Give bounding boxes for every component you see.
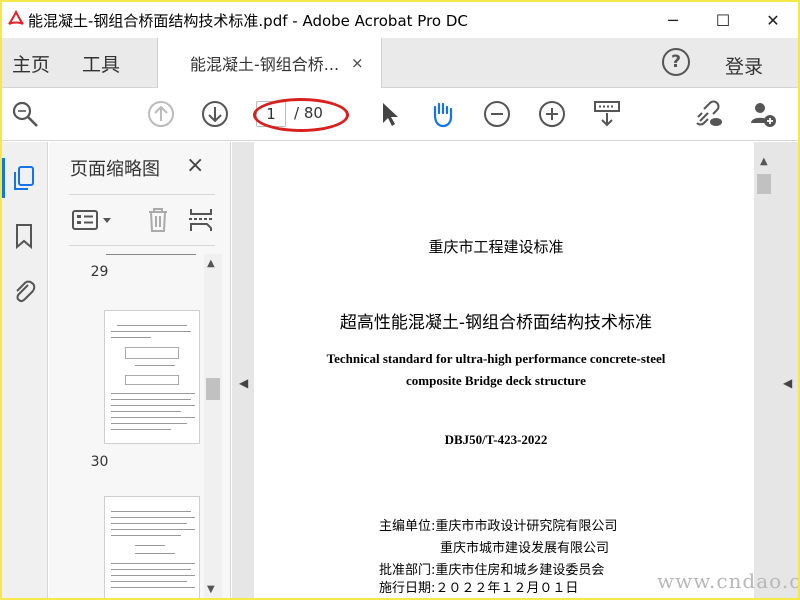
thumb-text-line xyxy=(111,563,195,564)
thumbnail-toolbar xyxy=(69,194,215,246)
left-splitter[interactable]: ◀ xyxy=(232,142,254,598)
doc-scroll-up-icon[interactable]: ▲ xyxy=(760,156,768,167)
thumb-text-line xyxy=(111,337,151,338)
thumbnail-page-30[interactable] xyxy=(104,310,200,444)
doc-meta-line: 主编单位:重庆市市政设计研究院有限公司 xyxy=(379,519,618,534)
document-tab[interactable]: 能混凝土-钢组合桥... × xyxy=(157,38,382,88)
thumb-text-line xyxy=(111,569,191,570)
thumb-text-line xyxy=(111,581,187,582)
thumbnail-page-31[interactable] xyxy=(104,496,200,598)
collapse-left-icon[interactable]: ◀ xyxy=(239,376,248,390)
doc-title-en-line2: composite Bridge deck structure xyxy=(406,373,586,388)
thumb-figure xyxy=(125,375,179,385)
document-tab-label: 能混凝土-钢组合桥... xyxy=(190,55,340,74)
minimize-button[interactable]: ─ xyxy=(648,2,698,38)
thumbnail-scroll-thumb[interactable] xyxy=(206,378,220,400)
thumb-text-line xyxy=(111,393,195,394)
thumbnail-page-number: 30 xyxy=(90,454,109,470)
document-scrollbar[interactable]: ▲ xyxy=(754,142,776,598)
thumbnail-pane-title: 页面缩略图 xyxy=(70,159,160,180)
thumb-text-line xyxy=(111,417,195,418)
thumbnail-previous-edge xyxy=(106,254,196,255)
title-bar: 能混凝土-钢组合桥面结构技术标准.pdf - Adobe Acrobat Pro… xyxy=(2,2,798,38)
hand-tool-icon[interactable] xyxy=(427,99,457,129)
select-cursor-icon[interactable] xyxy=(374,99,404,129)
thumbnail-options-icon[interactable] xyxy=(71,206,115,238)
expand-right-icon[interactable]: ◀ xyxy=(783,376,792,390)
scroll-mode-icon[interactable] xyxy=(592,99,622,129)
zoom-out-icon[interactable] xyxy=(482,99,512,129)
thumb-text-line xyxy=(117,325,187,326)
delete-page-icon[interactable] xyxy=(144,206,172,238)
help-icon[interactable]: ? xyxy=(662,48,690,76)
doc-meta-line: 施行日期:２０２２年１２月０１日 xyxy=(379,581,579,596)
tab-tools[interactable]: 工具 xyxy=(82,50,120,77)
zoom-in-icon[interactable] xyxy=(537,99,567,129)
thumb-text-line xyxy=(111,517,195,518)
document-viewport: 重庆市工程建设标准 超高性能混凝土-钢组合桥面结构技术标准 Technical … xyxy=(254,142,754,598)
attachment-icon[interactable] xyxy=(10,278,38,306)
zoom-search-icon[interactable] xyxy=(10,99,40,129)
doc-title-en-line1: Technical standard for ultra-high perfor… xyxy=(326,351,666,366)
thumb-text-line xyxy=(111,429,171,430)
doc-meta-line: 重庆市城市建设发展有限公司 xyxy=(440,541,610,556)
thumb-text-line xyxy=(111,529,195,530)
thumbnail-list: 29 30 xyxy=(49,254,204,598)
acrobat-logo-icon xyxy=(6,10,26,30)
rail-active-indicator xyxy=(2,158,5,198)
thumbnail-pane-close-icon[interactable]: × xyxy=(186,153,204,178)
login-button[interactable]: 登录 xyxy=(725,52,763,79)
thumb-text-line xyxy=(111,331,191,332)
page-thumbnails-icon[interactable] xyxy=(10,164,38,192)
thumb-figure xyxy=(125,347,179,359)
doc-scroll-thumb[interactable] xyxy=(757,174,771,194)
previous-page-icon[interactable] xyxy=(146,99,176,129)
page-total: / 80 xyxy=(294,104,323,122)
menu-tab-bar: 主页 工具 能混凝土-钢组合桥... × ? 登录 xyxy=(2,38,798,88)
thumb-text-line xyxy=(135,545,165,546)
left-rail xyxy=(2,142,48,598)
share-link-icon[interactable] xyxy=(694,99,724,129)
thumbnail-pane: 页面缩略图 × 29 30 ▲ ▼ xyxy=(49,142,231,598)
page-number-input[interactable]: 1 xyxy=(256,101,286,127)
doc-standard-type: 重庆市工程建设标准 xyxy=(428,238,564,256)
document-tab-close-icon[interactable]: × xyxy=(351,54,364,72)
thumb-text-line xyxy=(135,365,175,366)
window-title: 能混凝土-钢组合桥面结构技术标准.pdf - Adobe Acrobat Pro… xyxy=(28,11,468,30)
scroll-down-icon[interactable]: ▼ xyxy=(207,584,215,595)
watermark: www.cndao.com xyxy=(657,569,798,593)
thumb-text-line xyxy=(111,423,187,424)
thumb-text-line xyxy=(111,575,195,576)
thumb-text-line xyxy=(111,411,181,412)
right-splitter[interactable]: ◀ xyxy=(776,142,798,598)
main-toolbar: 1 / 80 xyxy=(2,89,798,141)
thumb-text-line xyxy=(135,553,175,554)
next-page-icon[interactable] xyxy=(200,99,230,129)
maximize-button[interactable]: ☐ xyxy=(698,2,748,38)
doc-standard-code: DBJ50/T-423-2022 xyxy=(444,432,548,447)
thumb-text-line xyxy=(111,523,187,524)
doc-meta-line: 批准部门:重庆市住房和城乡建设委员会 xyxy=(379,563,605,578)
tab-home[interactable]: 主页 xyxy=(12,50,50,77)
acrobat-window: 能混凝土-钢组合桥面结构技术标准.pdf - Adobe Acrobat Pro… xyxy=(2,2,798,598)
close-button[interactable]: ✕ xyxy=(748,2,798,38)
thumbnail-page-number: 29 xyxy=(90,264,109,280)
page-navigator: 1 / 80 xyxy=(256,101,344,127)
doc-title-cn: 超高性能混凝土-钢组合桥面结构技术标准 xyxy=(339,313,653,333)
add-user-icon[interactable] xyxy=(748,99,778,129)
thumb-text-line xyxy=(111,535,181,536)
scroll-up-icon[interactable]: ▲ xyxy=(207,258,215,269)
thumbnail-scrollbar[interactable]: ▲ ▼ xyxy=(204,254,222,598)
thumb-text-line xyxy=(111,405,195,406)
thumb-text-line xyxy=(111,587,195,588)
bookmark-icon[interactable] xyxy=(10,222,38,250)
thumb-text-line xyxy=(111,511,191,512)
thumb-text-line xyxy=(111,399,191,400)
rotate-page-icon[interactable] xyxy=(187,206,215,238)
